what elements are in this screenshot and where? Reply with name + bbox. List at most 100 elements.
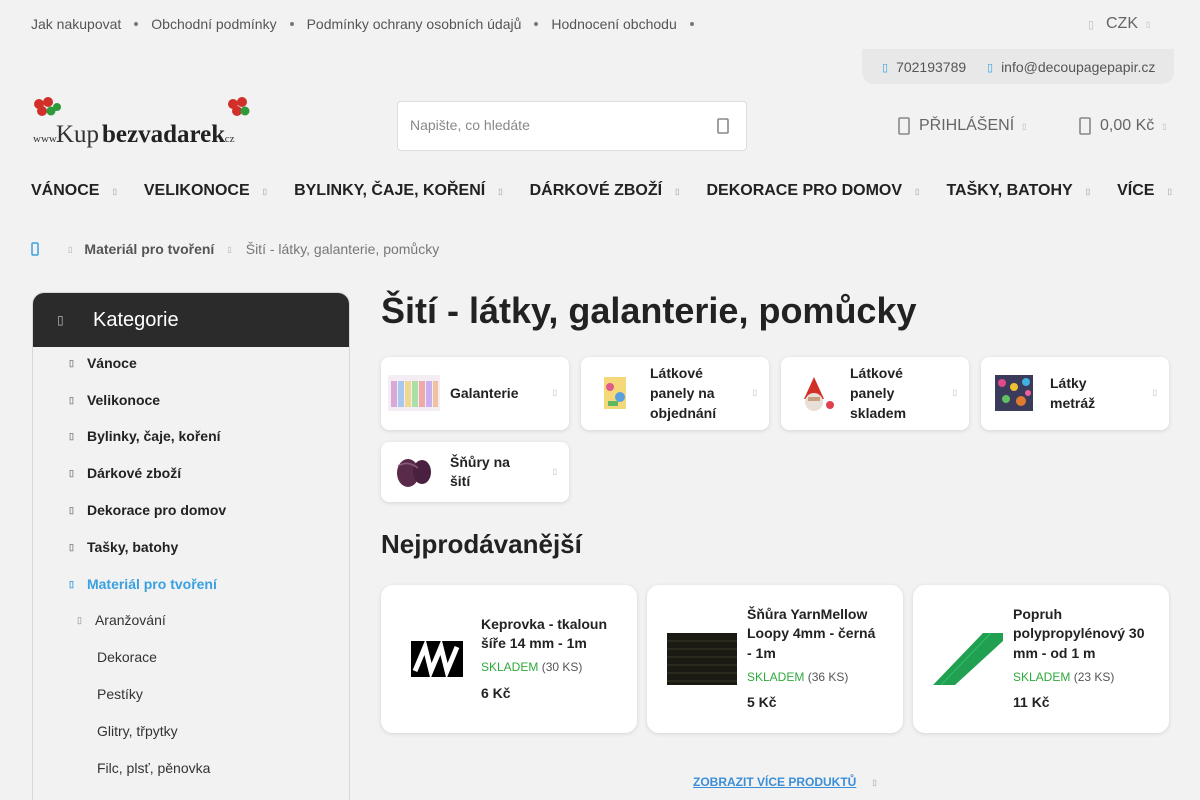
subcategory-name-line: Látkové [850,365,903,381]
search-icon[interactable] [716,117,734,135]
sidebar-item-dekorace[interactable]: ▯ Dekorace pro domov [69,502,226,518]
chevron-down-icon: ▯ [675,186,680,196]
nav-item-vice[interactable]: VÍCE ▯ [1117,182,1172,200]
page-title: Šití - látky, galanterie, pomůcky [381,290,917,331]
sidebar-item-tasky[interactable]: ▯ Tašky, batohy [69,539,178,555]
product-image[interactable] [667,633,737,685]
subcategory-thumbnail [788,375,840,411]
sidebar-item-label: Pestíky [97,686,143,702]
subcategory-snury-na-siti[interactable]: Šňůry na šití ▯ [381,442,569,502]
product-stock: SKLADEM (23 KS) [1013,670,1114,684]
nav-label: DÁRKOVÉ ZBOŽÍ [529,182,663,199]
currency-icon: ▯ [1088,18,1095,31]
chevron-down-icon: ▯ [1162,121,1167,131]
product-name-line[interactable]: Šňůra YarnMellow [747,605,887,625]
sidebar-leaf-glitry[interactable]: Glitry, třpytky [97,723,178,739]
chevron-down-icon: ▯ [1085,186,1091,196]
product-image[interactable] [401,633,471,685]
subcategory-thumbnail [388,454,440,490]
product-name-line[interactable]: Loopy 4mm - černá [747,624,887,644]
sidebar-item-material-active[interactable]: ▯ Materiál pro tvoření [69,576,217,592]
chevron-right-icon: ▯ [69,357,74,368]
nav-label: VÁNOCE [31,182,100,199]
product-card[interactable]: Keprovka - tkaloun šíře 14 mm - 1m SKLAD… [381,585,637,733]
home-icon[interactable] [31,242,39,256]
logo-part1: Kup [56,121,99,148]
chevron-right-icon: ▯ [1152,388,1157,397]
contact-email[interactable]: ▯ info@decoupagepapir.cz [987,59,1155,75]
sidebar-leaf-filc[interactable]: Filc, plsť, pěnovka [97,760,210,776]
nav-label: TAŠKY, BATOHY [946,182,1073,199]
product-price: 5 Kč [747,694,777,710]
subcategory-latkove-panely-objednani[interactable]: Látkové panely na objednání ▯ [581,357,769,430]
login-label: PŘIHLÁŠENÍ [919,117,1015,134]
sidebar-item-bylinky[interactable]: ▯ Bylinky, čaje, koření [69,428,221,444]
chevron-right-icon: ▯ [952,388,957,397]
product-name-line[interactable]: Popruh [1013,605,1153,625]
product-image[interactable] [933,633,1003,685]
nav-label: DEKORACE PRO DOMOV [706,182,903,199]
breadcrumb: ▯ Materiál pro tvoření ▯ Šití - látky, g… [31,241,439,257]
sidebar-item-darkove-zbozi[interactable]: ▯ Dárkové zboží [69,465,181,481]
contact-phone[interactable]: ▯ 702193789 [882,59,966,75]
sidebar-item-label: Filc, plsť, pěnovka [97,760,211,776]
subcategory-name-line: Látky [1050,375,1087,391]
product-name-line[interactable]: šíře 14 mm - 1m [481,634,621,654]
stock-status: SKLADEM [747,670,805,684]
product-name-line[interactable]: - 1m [747,644,887,664]
email-icon: ▯ [987,61,994,74]
subcategory-name-line: metráž [1050,395,1096,411]
product-name-line[interactable]: Keprovka - tkaloun [481,615,621,635]
product-price: 11 Kč [1013,694,1050,710]
product-price: 6 Kč [481,685,511,701]
nav-label: VELIKONOCE [143,182,250,199]
nav-item-velikonoce[interactable]: VELIKONOCE ▯ [144,182,267,200]
show-more-products-link[interactable]: ZOBRAZIT VÍCE PRODUKTŮ ▯ [693,775,877,789]
top-bar: Jak nakupovat Obchodní podmínky Podmínky… [0,0,1200,49]
cart-button[interactable]: 0,00 Kč ▯ [1079,117,1167,135]
breadcrumb-parent[interactable]: Materiál pro tvoření [84,241,214,257]
subcategory-latky-metraz[interactable]: Látky metráž ▯ [981,357,1169,430]
chevron-right-icon: ▯ [69,430,74,441]
currency-selector[interactable]: ▯ CZK ▯ [1088,15,1150,33]
subcategory-name-line: panely na [650,385,715,401]
sidebar-leaf-pestiky[interactable]: Pestíky [97,686,143,702]
nav-item-tasky[interactable]: TAŠKY, BATOHY ▯ [946,182,1090,200]
link-how-to-buy[interactable]: Jak nakupovat [31,16,121,32]
product-name-line[interactable]: mm - od 1 m [1013,644,1153,664]
nav-item-dekorace[interactable]: DEKORACE PRO DOMOV ▯ [706,182,919,200]
stock-quantity: (30 KS) [541,660,583,674]
sidebar-subitem-aranzovani[interactable]: ▯ Aranžování [77,612,166,628]
chevron-down-icon: ▯ [872,777,877,787]
sidebar-item-label: Bylinky, čaje, koření [86,428,221,444]
sidebar-leaf-dekorace[interactable]: Dekorace [97,649,157,665]
product-card[interactable]: Šňůra YarnMellow Loopy 4mm - černá - 1m … [647,585,903,733]
nav-item-darkove-zbozi[interactable]: DÁRKOVÉ ZBOŽÍ ▯ [530,182,680,200]
sidebar-item-velikonoce[interactable]: ▯ Velikonoce [69,392,160,408]
currency-label: CZK [1106,15,1138,32]
sidebar-item-label: Dárkové zboží [86,465,182,481]
sidebar-header[interactable]: ▯ Kategorie [33,293,349,347]
login-button[interactable]: PŘIHLÁŠENÍ ▯ [898,117,1027,135]
sidebar-item-label: Dekorace pro domov [86,502,227,518]
bestsellers-title: Nejprodávanější [381,529,582,559]
link-privacy[interactable]: Podmínky ochrany osobních údajů [307,16,522,32]
stock-quantity: (23 KS) [1073,670,1115,684]
site-logo[interactable]: www. Kup bezvadarek .cz [31,96,253,152]
product-name-line[interactable]: polypropylénový 30 [1013,624,1153,644]
nav-item-vanoce[interactable]: VÁNOCE ▯ [31,182,117,200]
logo-suffix: .cz [222,133,235,145]
search-input[interactable] [410,117,700,133]
separator-dot [534,22,539,26]
subcategory-galanterie[interactable]: Galanterie ▯ [381,357,569,430]
link-terms[interactable]: Obchodní podmínky [151,16,276,32]
subcategory-name-line: panely [850,385,895,401]
subcategory-latkove-panely-skladem[interactable]: Látkové panely skladem ▯ [781,357,969,430]
nav-item-bylinky[interactable]: BYLINKY, ČAJE, KOŘENÍ ▯ [294,182,503,200]
chevron-down-icon: ▯ [77,614,82,625]
product-card[interactable]: Popruh polypropylénový 30 mm - od 1 m SK… [913,585,1169,733]
subcategory-thumbnail [588,375,640,411]
sidebar-item-vanoce[interactable]: ▯ Vánoce [69,355,137,371]
link-shop-rating[interactable]: Hodnocení obchodu [551,16,676,32]
subcategory-name-line: šití [450,473,471,489]
